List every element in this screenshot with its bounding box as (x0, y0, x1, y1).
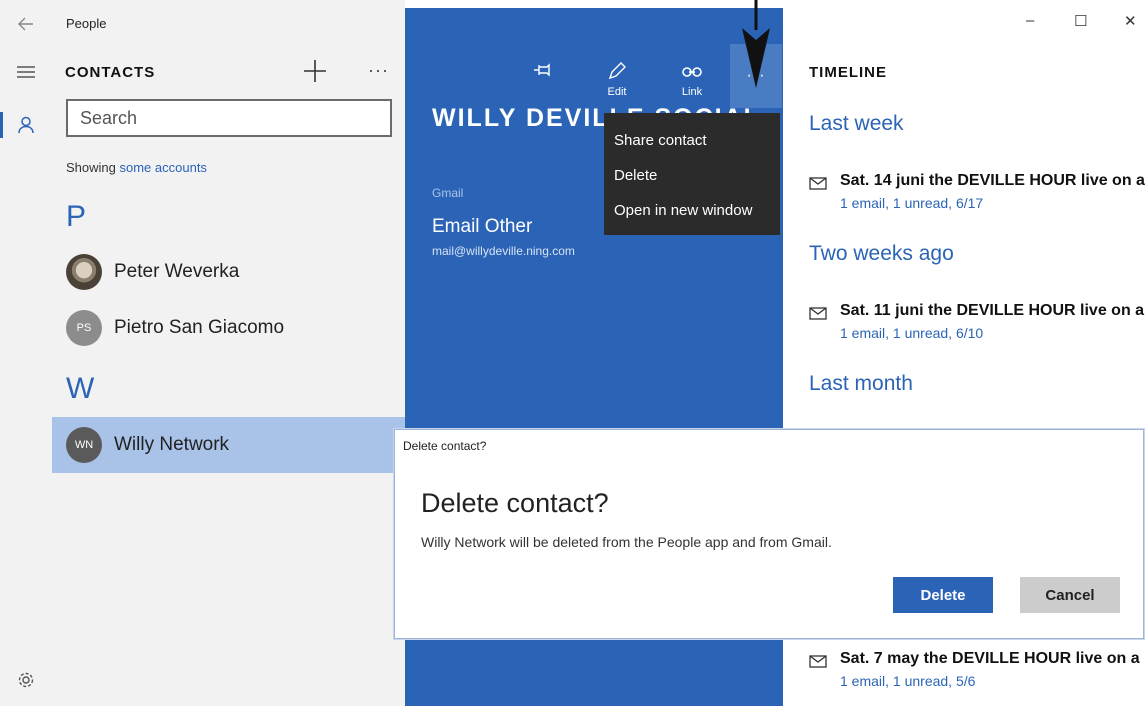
timeline-item-meta[interactable]: 1 email, 1 unread, 6/10 (840, 325, 983, 341)
contacts-heading: CONTACTS (65, 64, 156, 81)
callout-arrow-icon (742, 0, 770, 88)
settings-button[interactable] (0, 664, 52, 696)
back-button[interactable] (0, 8, 52, 40)
source-label: Gmail (432, 186, 464, 200)
group-letter-w[interactable]: W (66, 372, 94, 406)
minimize-button[interactable]: – (1026, 12, 1034, 29)
contact-row-peter-weverka[interactable]: Peter Weverka (52, 244, 405, 300)
add-contact-button[interactable] (302, 58, 328, 84)
contact-name: Pietro San Giacomo (114, 317, 285, 338)
envelope-icon (809, 177, 827, 190)
hamburger-icon (17, 66, 35, 78)
nav-rail (0, 0, 52, 706)
timeline-item-meta[interactable]: 1 email, 1 unread, 5/6 (840, 673, 975, 689)
envelope-icon (809, 307, 827, 320)
person-icon (18, 116, 34, 134)
dialog-caption: Delete contact? (403, 439, 487, 453)
contacts-more-button[interactable]: ··· (368, 60, 389, 81)
contact-name: Peter Weverka (114, 261, 240, 282)
app-title: People (66, 16, 107, 31)
link-icon (682, 67, 702, 77)
contacts-nav-button[interactable] (0, 109, 52, 141)
gear-icon (18, 672, 34, 688)
email-label: Email Other (432, 216, 533, 237)
timeline-heading: TIMELINE (809, 64, 887, 81)
timeline-section-last-week: Last week (809, 112, 904, 135)
pin-button[interactable] (521, 60, 565, 84)
dialog-title: Delete contact? (421, 488, 609, 518)
showing-prefix: Showing (66, 160, 116, 175)
email-value[interactable]: mail@willydeville.ning.com (432, 244, 575, 258)
hamburger-menu-button[interactable] (0, 56, 52, 88)
edit-label: Edit (607, 86, 627, 98)
link-label: Link (681, 86, 703, 98)
some-accounts-link[interactable]: some accounts (120, 160, 207, 175)
avatar: WN (66, 427, 102, 463)
back-arrow-icon (18, 17, 33, 31)
context-menu: Share contact Delete Open in new window (604, 113, 780, 235)
timeline-section-last-month: Last month (809, 372, 913, 395)
maximize-button[interactable]: ☐ (1074, 12, 1087, 30)
plus-icon (304, 60, 326, 82)
group-letter-p[interactable]: P (66, 200, 86, 234)
delete-contact-dialog: Delete contact? Delete contact? Willy Ne… (394, 429, 1144, 639)
showing-accounts: Showing some accounts (66, 160, 207, 175)
top-strip (405, 0, 783, 8)
envelope-icon (809, 655, 827, 668)
edit-button[interactable]: Edit (595, 60, 639, 98)
search-input[interactable] (66, 99, 392, 137)
dialog-message: Willy Network will be deleted from the P… (421, 534, 832, 550)
contact-name: Willy Network (114, 434, 230, 455)
timeline-item-meta[interactable]: 1 email, 1 unread, 6/17 (840, 195, 983, 211)
contact-row-willy-network[interactable]: WN Willy Network (52, 417, 405, 473)
avatar: PS (66, 310, 102, 346)
timeline-item-subject: Sat. 11 juni the DEVILLE HOUR live on a (840, 302, 1145, 319)
pencil-icon (608, 62, 626, 80)
timeline-item-subject: Sat. 14 juni the DEVILLE HOUR live on a (840, 172, 1145, 189)
contact-row-pietro-san-giacomo[interactable]: PS Pietro San Giacomo (52, 300, 405, 356)
link-button[interactable]: Link (670, 60, 714, 98)
timeline-section-two-weeks-ago: Two weeks ago (809, 242, 954, 265)
contacts-pane: People CONTACTS ··· Showing some account… (52, 0, 405, 706)
cancel-button[interactable]: Cancel (1020, 577, 1120, 613)
menu-item-delete[interactable]: Delete (604, 158, 780, 193)
pin-icon (534, 63, 550, 77)
menu-item-share-contact[interactable]: Share contact (604, 123, 780, 158)
delete-button[interactable]: Delete (893, 577, 993, 613)
avatar (66, 254, 102, 290)
timeline-item-subject: Sat. 7 may the DEVILLE HOUR live on a (840, 650, 1140, 667)
menu-item-open-new-window[interactable]: Open in new window (604, 193, 780, 228)
close-button[interactable]: ✕ (1124, 12, 1137, 30)
